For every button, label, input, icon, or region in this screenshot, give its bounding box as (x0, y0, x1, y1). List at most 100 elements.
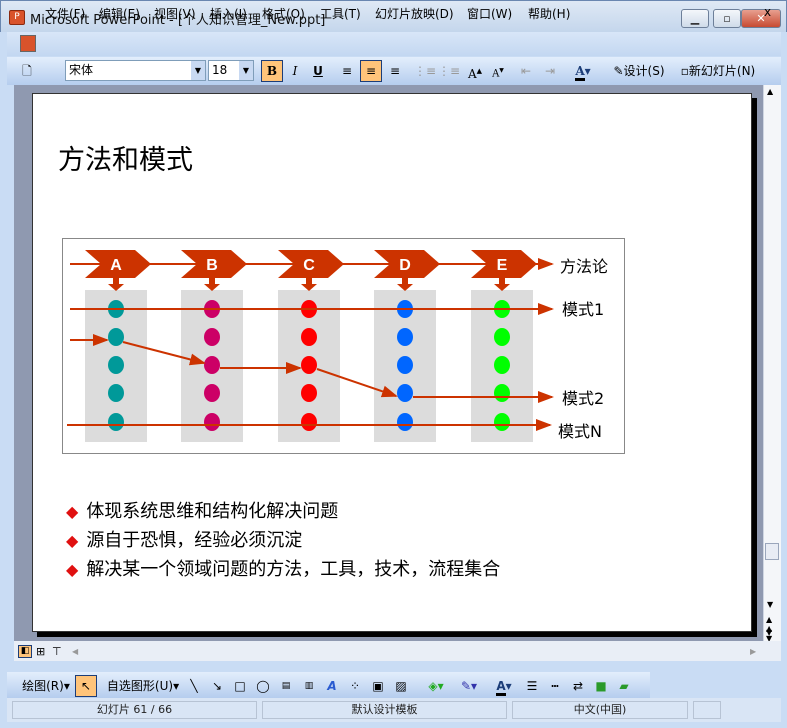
pattern-dot (301, 328, 317, 346)
menu-edit[interactable]: 编辑(E) (99, 5, 140, 22)
dash-style-icon[interactable]: ┅ (546, 675, 564, 697)
rectangle-icon[interactable]: □ (231, 675, 249, 697)
pattern-dot (301, 356, 317, 374)
clipart-icon[interactable]: ▣ (369, 675, 387, 697)
step-label: D (399, 257, 411, 274)
italic-button[interactable]: I (285, 60, 305, 82)
increase-indent-icon[interactable]: ⇥ (540, 60, 560, 82)
decrease-indent-icon[interactable]: ⇤ (516, 60, 536, 82)
diamond-bullet-icon: ◆ (66, 560, 79, 579)
textbox-icon[interactable]: ▤ (277, 675, 295, 697)
design-button[interactable]: ✎设计(S) (608, 60, 670, 82)
fill-color-icon[interactable]: ◈▾ (422, 675, 450, 697)
picture-icon[interactable]: ▨ (392, 675, 410, 697)
numbered-list-icon[interactable]: ⋮≡ (413, 60, 436, 82)
draw-menu[interactable]: 绘图(R)▾ (20, 675, 72, 697)
down-arrow-stem (402, 278, 408, 285)
down-arrow-stem (499, 278, 505, 285)
pattern-dot (494, 384, 510, 402)
decrease-font-icon[interactable]: A▼ (488, 60, 508, 82)
pattern-dot (494, 413, 510, 431)
slideshow-view-icon[interactable]: ⊤ (52, 645, 62, 658)
new-slide-icon: ▫ (680, 64, 689, 78)
view-bar (14, 641, 781, 661)
modeN-label: 模式N (558, 422, 602, 441)
status-empty-panel (693, 701, 721, 719)
align-right-icon[interactable]: ≡ (385, 60, 405, 82)
font-size-value: 18 (212, 63, 228, 77)
document-icon[interactable] (20, 35, 36, 52)
menu-slideshow[interactable]: 幻灯片放映(D) (375, 5, 454, 22)
pattern-dot (397, 356, 413, 374)
font-select[interactable]: 宋体 ▼ (65, 60, 206, 81)
bullet-item[interactable]: ◆ 体现系统思维和结构化解决问题 (66, 497, 338, 523)
oval-icon[interactable]: ◯ (254, 675, 272, 697)
font-size-select[interactable]: 18 ▼ (208, 60, 254, 81)
down-arrow-stem (113, 278, 119, 285)
menu-file[interactable]: 文件(F) (45, 5, 85, 22)
diagram-icon[interactable]: ⁘ (346, 675, 364, 697)
menu-help[interactable]: 帮助(H) (528, 5, 570, 22)
design-icon: ✎ (613, 64, 624, 78)
font-color-icon[interactable]: A▾ (568, 60, 598, 82)
menu-bar (7, 32, 781, 56)
new-slide-button[interactable]: ▫新幻灯片(N) (674, 60, 762, 82)
menu-format[interactable]: 格式(O) (262, 5, 305, 22)
slide-title[interactable]: 方法和模式 (58, 138, 193, 177)
line-color-icon[interactable]: ✎▾ (455, 675, 483, 697)
select-pointer-icon[interactable]: ↖ (75, 675, 97, 697)
design-label: 设计(S) (623, 64, 665, 78)
down-arrow-stem (209, 278, 215, 285)
line-icon[interactable]: ╲ (185, 675, 203, 697)
menu-insert[interactable]: 插入(I) (210, 5, 247, 22)
pattern-dot (108, 356, 124, 374)
bullet-list-icon[interactable]: ⋮≡ (437, 60, 460, 82)
bullet-text: 体现系统思维和结构化解决问题 (86, 501, 339, 522)
slide-counter: 幻灯片 61 / 66 (12, 701, 257, 719)
scrollbar-thumb[interactable] (765, 543, 779, 560)
bullet-item[interactable]: ◆ 源自于恐惧，经验必须沉淀 (66, 526, 302, 552)
pattern-dot (494, 328, 510, 346)
autoshapes-menu[interactable]: 自选图形(U)▾ (105, 675, 181, 697)
bold-button[interactable]: B (261, 60, 283, 82)
wordart-icon[interactable]: A (323, 675, 341, 697)
design-template: 默认设计模板 (262, 701, 507, 719)
close-document-button[interactable]: x (764, 5, 771, 19)
mode2-label: 模式2 (562, 389, 604, 408)
scroll-right-icon[interactable]: ▶ (750, 647, 756, 656)
align-center-icon[interactable]: ≡ (360, 60, 382, 82)
step-label: A (110, 257, 122, 274)
new-file-icon[interactable]: 🗋 (18, 60, 36, 82)
pattern-dot (204, 356, 220, 374)
scroll-up-icon[interactable]: ▲ (767, 87, 773, 96)
menu-window[interactable]: 窗口(W) (467, 5, 512, 22)
vertical-textbox-icon[interactable]: ▥ (300, 675, 318, 697)
pattern-dot (397, 384, 413, 402)
pattern-dot (204, 384, 220, 402)
diamond-bullet-icon: ◆ (66, 531, 79, 550)
align-left-icon[interactable]: ≡ (337, 60, 357, 82)
methodology-diagram[interactable]: A B C D E 方法论模式1 模式2 模式N (62, 238, 625, 454)
new-slide-label: 新幻灯片(N) (688, 64, 756, 78)
maximize-button[interactable]: ▫ (713, 9, 741, 28)
arrow-style-icon[interactable]: ⇄ (569, 675, 587, 697)
minimize-button[interactable]: ▁ (681, 9, 709, 28)
scroll-down-icon[interactable]: ▼ (767, 600, 773, 609)
menu-tools[interactable]: 工具(T) (320, 5, 361, 22)
arrow-icon[interactable]: ↘ (208, 675, 226, 697)
underline-button[interactable]: U (308, 60, 328, 82)
menu-view[interactable]: 视图(V) (154, 5, 196, 22)
pattern-dot (397, 413, 413, 431)
increase-font-icon[interactable]: A▲ (465, 60, 485, 82)
normal-view-icon[interactable]: ◧ (18, 645, 32, 658)
3d-icon[interactable]: ▰ (615, 675, 633, 697)
shadow-icon[interactable]: ■ (592, 675, 610, 697)
slide-sorter-view-icon[interactable]: ⊞ (36, 645, 45, 658)
close-button[interactable]: ✕ (741, 9, 781, 28)
font-color-icon[interactable]: A▾ (490, 675, 518, 697)
methodology-label: 方法论 (560, 257, 608, 276)
scroll-left-icon[interactable]: ◀ (72, 647, 78, 656)
bullet-item[interactable]: ◆ 解决某一个领域问题的方法，工具，技术，流程集合 (66, 555, 500, 581)
line-style-icon[interactable]: ☰ (523, 675, 541, 697)
powerpoint-icon: P (9, 10, 25, 25)
